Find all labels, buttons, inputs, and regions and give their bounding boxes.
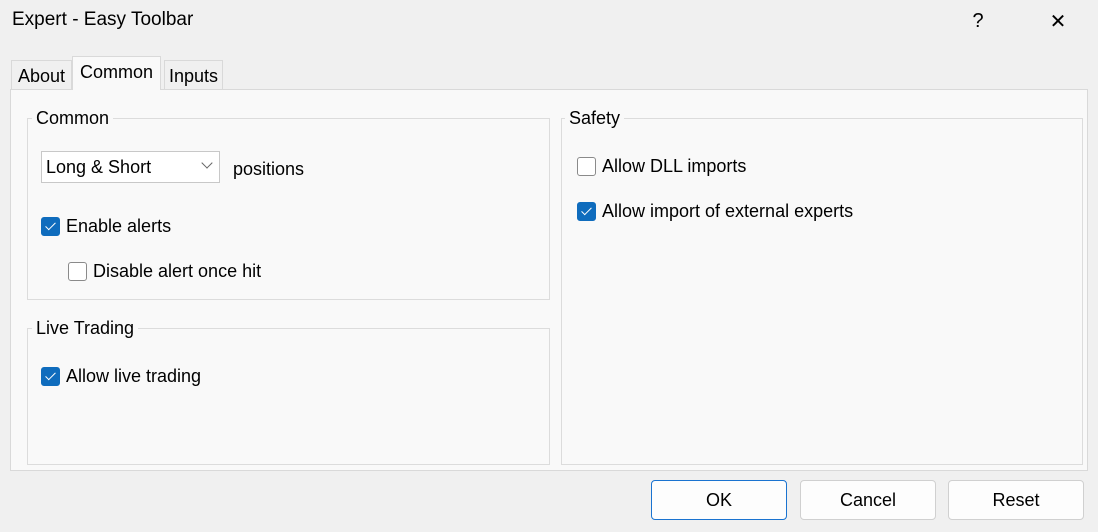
common-group-label: Common: [32, 108, 114, 128]
chevron-down-icon: [201, 157, 213, 169]
tab-common[interactable]: Common: [72, 56, 162, 90]
window-title: Expert - Easy Toolbar: [12, 9, 194, 30]
checkbox-checked-icon: [41, 367, 60, 386]
help-button[interactable]: ?: [955, 0, 1001, 42]
checkbox-checked-icon: [41, 217, 60, 236]
allow-dll-checkbox[interactable]: Allow DLL imports: [577, 156, 746, 177]
tab-about[interactable]: About: [11, 60, 73, 90]
ok-button[interactable]: OK: [651, 480, 787, 520]
live-trading-group: [27, 328, 550, 465]
safety-group-label: Safety: [565, 108, 625, 128]
positions-value: Long & Short: [46, 157, 152, 177]
allow-external-experts-checkbox[interactable]: Allow import of external experts: [577, 201, 853, 222]
disable-alert-checkbox[interactable]: Disable alert once hit: [68, 261, 261, 282]
reset-button[interactable]: Reset: [948, 480, 1084, 520]
checkbox-unchecked-icon: [68, 262, 87, 281]
checkbox-label: Allow DLL imports: [602, 156, 747, 176]
close-button[interactable]: ✕: [1035, 0, 1081, 42]
enable-alerts-checkbox[interactable]: Enable alerts: [41, 216, 171, 237]
checkbox-label: Disable alert once hit: [93, 261, 262, 281]
positions-label: positions: [233, 159, 305, 179]
positions-dropdown[interactable]: Long & Short: [41, 151, 220, 183]
checkbox-label: Enable alerts: [66, 216, 172, 236]
tab-inputs[interactable]: Inputs: [164, 60, 224, 90]
checkbox-checked-icon: [577, 202, 596, 221]
checkbox-label: Allow live trading: [66, 366, 202, 386]
allow-live-trading-checkbox[interactable]: Allow live trading: [41, 366, 201, 387]
cancel-button[interactable]: Cancel: [800, 480, 936, 520]
checkbox-unchecked-icon: [577, 157, 596, 176]
checkbox-label: Allow import of external experts: [602, 201, 854, 221]
live-trading-group-label: Live Trading: [32, 318, 139, 338]
